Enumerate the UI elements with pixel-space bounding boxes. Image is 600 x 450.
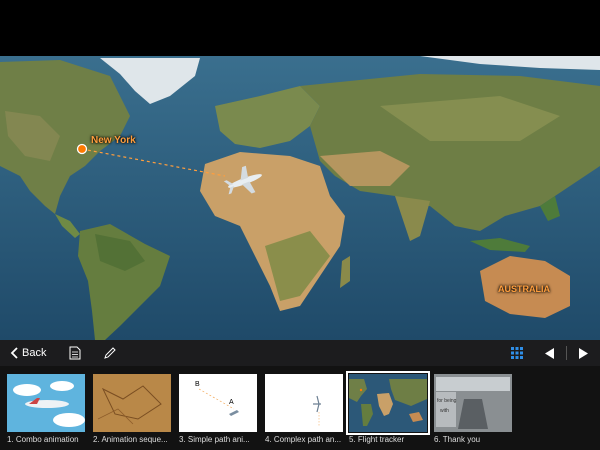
- world-map: [0, 56, 600, 340]
- slide3-label-a: A: [229, 399, 234, 406]
- notes-button[interactable]: [69, 340, 81, 366]
- chevron-left-icon: [10, 347, 18, 359]
- pencil-icon: [104, 347, 116, 359]
- slide-caption-4: 4. Complex path an...: [265, 435, 342, 444]
- document-icon: [69, 346, 81, 360]
- bottom-toolbar: Back: [0, 340, 600, 366]
- slide-thumbnail-1[interactable]: [7, 374, 85, 432]
- slide6-text-line-1: for being: [437, 398, 457, 404]
- slide6-text-line-2: with: [440, 408, 449, 414]
- slide-caption-2: 2. Animation seque...: [93, 435, 168, 444]
- slide-caption-6: 6. Thank you: [434, 435, 481, 444]
- previous-slide-button[interactable]: [545, 340, 554, 366]
- new-york-label: New York: [91, 135, 136, 146]
- triangle-right-icon: [579, 347, 588, 359]
- annotate-button[interactable]: [103, 340, 117, 366]
- back-label: Back: [22, 347, 47, 359]
- back-button[interactable]: Back: [10, 340, 46, 366]
- slide-caption-3: 3. Simple path ani...: [179, 435, 250, 444]
- grid-icon: [511, 347, 523, 359]
- slide-thumbnail-5[interactable]: [346, 371, 430, 435]
- slide-thumbnail-2[interactable]: [93, 374, 171, 432]
- slide-thumbnail-4[interactable]: [265, 374, 343, 432]
- next-slide-button[interactable]: [579, 340, 588, 366]
- toolbar-divider: [566, 340, 567, 366]
- new-york-marker[interactable]: [76, 143, 88, 155]
- slide-thumbnail-3[interactable]: B A: [179, 374, 257, 432]
- australia-label: AUSTRALIA: [498, 284, 550, 294]
- slide3-label-b: B: [195, 381, 200, 388]
- triangle-left-icon: [545, 347, 554, 359]
- slide-caption-1: 1. Combo animation: [7, 435, 79, 444]
- slide-thumbnail-strip: 1. Combo animation 2. Animation seque...…: [0, 366, 600, 450]
- slide-grid-button[interactable]: [511, 340, 523, 366]
- slide-caption-5: 5. Flight tracker: [349, 435, 405, 444]
- slide-thumbnail-6[interactable]: for being with: [434, 374, 512, 432]
